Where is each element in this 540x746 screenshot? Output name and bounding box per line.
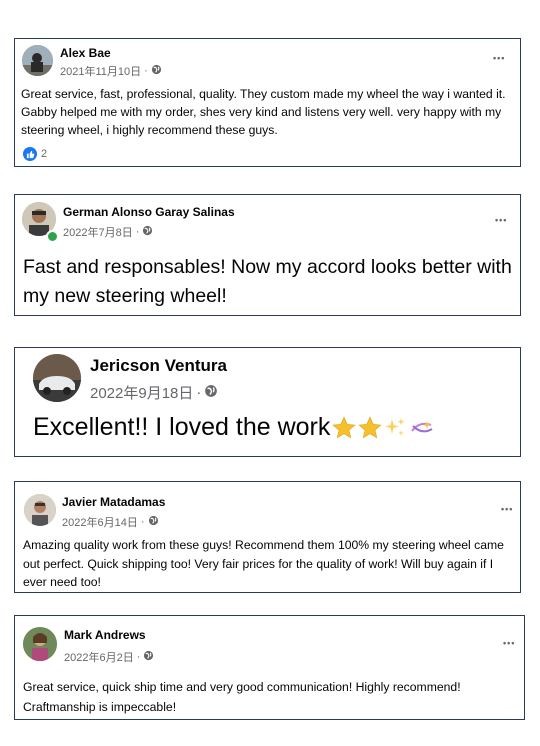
meta-separator: · [140, 516, 145, 528]
meta-separator: · [136, 651, 141, 663]
globe-icon [148, 515, 159, 529]
globe-icon [143, 650, 154, 664]
sparkles-emoji-icon [385, 417, 405, 436]
post-meta: 2022年6月14日 · [62, 514, 159, 530]
avatar[interactable] [23, 627, 57, 661]
post-date[interactable]: 2021年11月10日 [60, 63, 141, 79]
review-card: Alex Bae 2021年11月10日 · ••• Great service… [14, 38, 521, 167]
review-card: Javier Matadamas 2022年6月14日 · ••• Amazin… [14, 481, 521, 593]
reactions-summary[interactable]: 2 [23, 147, 47, 161]
globe-icon [142, 225, 153, 239]
post-meta: 2022年7月8日 · [63, 224, 153, 240]
dizzy-emoji-icon [411, 420, 433, 432]
review-text: Amazing quality work from these guys! Re… [23, 538, 504, 589]
review-card: German Alonso Garay Salinas 2022年7月8日 · … [14, 194, 521, 316]
author-name[interactable]: German Alonso Garay Salinas [63, 205, 235, 219]
author-name[interactable]: Mark Andrews [64, 628, 146, 642]
avatar[interactable] [22, 45, 53, 76]
more-options-button[interactable]: ••• [501, 504, 513, 514]
review-text: Great service, fast, professional, quali… [21, 87, 506, 137]
post-date[interactable]: 2022年9月18日 [90, 382, 193, 403]
author-name[interactable]: Javier Matadamas [62, 495, 165, 509]
review-card: Mark Andrews 2022年6月2日 · ••• Great servi… [14, 615, 525, 720]
review-text: Great service, quick ship time and very … [23, 680, 461, 714]
review-body: Excellent!! I loved the work [33, 413, 435, 442]
globe-icon [151, 64, 162, 78]
star-emoji-icon [358, 415, 382, 438]
meta-separator: · [196, 384, 202, 401]
post-meta: 2021年11月10日 · [60, 63, 162, 79]
post-date[interactable]: 2022年6月2日 [64, 649, 134, 665]
post-meta: 2022年9月18日 · [90, 382, 218, 403]
more-options-button[interactable]: ••• [503, 638, 515, 648]
like-icon [23, 147, 37, 161]
avatar[interactable] [24, 494, 56, 526]
more-options-button[interactable]: ••• [495, 215, 507, 225]
star-emoji-icon [332, 415, 356, 438]
like-count: 2 [41, 148, 48, 160]
avatar[interactable] [33, 354, 81, 402]
online-status-indicator [46, 230, 59, 243]
review-text: Fast and responsables! Now my accord loo… [23, 256, 512, 307]
more-options-button[interactable]: ••• [493, 53, 505, 63]
globe-icon [204, 384, 218, 402]
author-name[interactable]: Alex Bae [60, 46, 111, 60]
post-date[interactable]: 2022年7月8日 [63, 224, 133, 240]
post-meta: 2022年6月2日 · [64, 649, 154, 665]
post-date[interactable]: 2022年6月14日 [62, 514, 138, 530]
meta-separator: · [135, 226, 140, 238]
meta-separator: · [144, 65, 148, 77]
review-text: Excellent!! I loved the work [33, 413, 331, 441]
review-card: Jericson Ventura 2022年9月18日 · Excellent!… [14, 347, 521, 457]
author-name[interactable]: Jericson Ventura [90, 356, 227, 376]
